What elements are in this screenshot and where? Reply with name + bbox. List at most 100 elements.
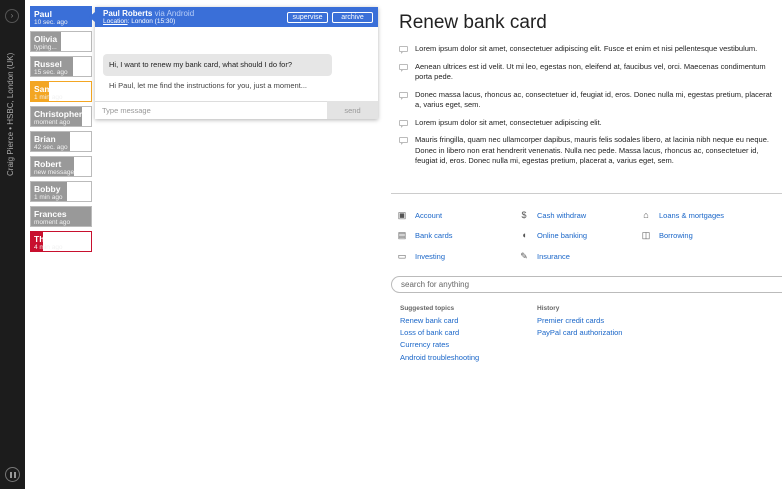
document-icon: ✎ bbox=[520, 250, 528, 261]
chat-list-item[interactable]: Paul 10 sec. ago bbox=[30, 6, 92, 27]
chat-list-item[interactable]: Robert new message bbox=[30, 156, 92, 177]
category-label: Cash withdraw bbox=[537, 210, 587, 220]
comment-icon[interactable] bbox=[399, 137, 408, 145]
left-toolbar: › Craig Pierce • HSBC, London (UK) bbox=[0, 0, 25, 489]
chat-name: Thomas bbox=[34, 234, 67, 244]
customer-location: Location: London (15:30) bbox=[103, 18, 175, 25]
chat-window: Paul Roberts via Android Location: Londo… bbox=[89, 7, 378, 119]
article-paragraph: Lorem ipsum dolor sit amet, consectetuer… bbox=[399, 118, 779, 129]
comment-icon[interactable] bbox=[399, 63, 408, 72]
category-label: Bank cards bbox=[415, 231, 453, 240]
chat-list-item[interactable]: Bobby 1 min ago bbox=[30, 181, 92, 202]
customer-name: Paul Roberts via Android bbox=[103, 9, 194, 18]
safe-icon: ▣ bbox=[397, 209, 407, 220]
chat-status: 1 min ago bbox=[34, 94, 63, 101]
house-icon: ⌂ bbox=[643, 209, 649, 220]
history-heading: History bbox=[537, 305, 560, 312]
chat-name: Samuel bbox=[34, 84, 65, 94]
briefcase-icon: ▭ bbox=[397, 250, 407, 261]
cash-icon: $ bbox=[521, 209, 527, 220]
paragraph-text: Mauris fringilla, quam nec ullamcorper d… bbox=[415, 135, 769, 165]
category-link[interactable]: ▤ Bank cards bbox=[395, 229, 453, 243]
search-input[interactable] bbox=[391, 276, 782, 293]
chat-status: new message bbox=[34, 169, 75, 176]
category-link[interactable]: ▭ Investing bbox=[395, 249, 445, 263]
suggested-link[interactable]: Loss of bank card bbox=[400, 328, 459, 337]
category-link[interactable]: ◖ Online banking bbox=[517, 229, 587, 243]
send-button[interactable]: send bbox=[327, 101, 378, 119]
customer-channel: via Android bbox=[154, 9, 195, 18]
category-label: Insurance bbox=[537, 251, 570, 261]
pause-icon[interactable] bbox=[5, 467, 20, 482]
chat-status: 1 min ago bbox=[34, 194, 63, 201]
article-paragraph: Aenean ultrices est id velit. Ut mi leo,… bbox=[399, 62, 779, 83]
suggested-link[interactable]: Currency rates bbox=[400, 340, 449, 349]
archive-button[interactable]: archive bbox=[332, 12, 373, 23]
chat-status: 15 sec. ago bbox=[34, 69, 68, 76]
article-paragraph: Donec massa lacus, rhoncus ac, consectet… bbox=[399, 90, 779, 111]
cards-icon: ▤ bbox=[397, 230, 407, 240]
chat-list-item[interactable]: Brian 42 sec. ago bbox=[30, 131, 92, 152]
chat-status: 10 sec. ago bbox=[34, 19, 68, 26]
chat-name: Russel bbox=[34, 59, 62, 69]
chat-status: moment ago bbox=[34, 119, 71, 126]
chat-name: Paul bbox=[34, 9, 52, 19]
article-paragraph: Mauris fringilla, quam nec ullamcorper d… bbox=[399, 135, 779, 167]
category-label: Investing bbox=[415, 251, 446, 261]
category-label: Loans & mortgages bbox=[659, 210, 725, 220]
paragraph-text: Lorem ipsum dolor sit amet, consectetuer… bbox=[415, 117, 602, 127]
article-paragraph: Lorem ipsum dolor sit amet, consectetuer… bbox=[399, 44, 779, 55]
category-link[interactable]: ▣ Account bbox=[395, 208, 442, 222]
agent-info-text: Craig Pierce • HSBC, London (UK) bbox=[6, 52, 15, 176]
chat-list-item[interactable]: Thomas 4 min ago bbox=[30, 231, 92, 252]
chat-name: Olivia bbox=[34, 34, 58, 44]
agent-info: Craig Pierce • HSBC, London (UK) bbox=[6, 53, 20, 190]
chat-name: Christopher bbox=[34, 109, 83, 119]
agent-reply: Hi Paul, let me find the instructions fo… bbox=[109, 81, 308, 90]
chat-list-item[interactable]: Frances moment ago bbox=[30, 206, 92, 227]
history-link[interactable]: Premier credit cards bbox=[537, 316, 604, 325]
supervise-button[interactable]: supervise bbox=[287, 12, 328, 23]
customer-message: Hi, I want to renew my bank card, what s… bbox=[103, 54, 332, 76]
main-content: Renew bank card Lorem ipsum dolor sit am… bbox=[391, 0, 782, 489]
chat-list-item[interactable]: Samuel 1 min ago bbox=[30, 81, 92, 102]
comment-icon[interactable] bbox=[399, 91, 408, 100]
chat-list: Paul 10 sec. ago Olivia typing... Russel 15 s… bbox=[30, 6, 92, 256]
mouse-icon: ◖ bbox=[521, 230, 527, 240]
comment-icon[interactable] bbox=[399, 119, 408, 128]
category-label: Borrowing bbox=[659, 231, 693, 240]
chat-list-item[interactable]: Christopher moment ago bbox=[30, 106, 92, 127]
category-link[interactable]: $ Cash withdraw bbox=[517, 208, 586, 222]
category-link[interactable]: ◫ Borrowing bbox=[639, 229, 693, 243]
wallet-icon: ◫ bbox=[641, 230, 651, 240]
category-label: Account bbox=[415, 210, 443, 220]
paragraph-text: Aenean ultrices est id velit. Ut mi leo,… bbox=[415, 61, 766, 82]
divider bbox=[391, 193, 782, 194]
history-link[interactable]: PayPal card authorization bbox=[537, 328, 622, 337]
chat-name: Bobby bbox=[34, 184, 61, 194]
chat-status: typing... bbox=[34, 44, 57, 51]
paragraph-text: Lorem ipsum dolor sit amet, consectetuer… bbox=[415, 44, 758, 53]
chat-name: Brian bbox=[34, 134, 56, 144]
chat-header: Paul Roberts via Android Location: Londo… bbox=[95, 7, 378, 27]
chat-name: Frances bbox=[34, 209, 67, 219]
chat-list-item[interactable]: Olivia typing... bbox=[30, 31, 92, 52]
chat-name: Robert bbox=[34, 159, 62, 169]
chat-status: moment ago bbox=[34, 219, 71, 226]
suggested-heading: Suggested topics bbox=[400, 305, 455, 312]
paragraph-text: Donec massa lacus, rhoncus ac, consectet… bbox=[415, 89, 772, 110]
chat-status: 42 sec. ago bbox=[34, 144, 68, 151]
article-body: Lorem ipsum dolor sit amet, consectetuer… bbox=[399, 44, 779, 174]
customer-name-text: Paul Roberts bbox=[103, 9, 153, 18]
message-input[interactable] bbox=[95, 101, 327, 119]
chat-list-item[interactable]: Russel 15 sec. ago bbox=[30, 56, 92, 77]
category-link[interactable]: ✎ Insurance bbox=[517, 249, 570, 263]
location-value: : London (15:30) bbox=[127, 18, 176, 25]
category-link[interactable]: ⌂ Loans & mortgages bbox=[639, 208, 724, 222]
expand-icon[interactable]: › bbox=[5, 9, 19, 23]
chat-status: 4 min ago bbox=[34, 244, 63, 251]
location-link[interactable]: Location bbox=[103, 18, 128, 25]
suggested-link[interactable]: Android troubleshooting bbox=[400, 353, 479, 362]
comment-icon[interactable] bbox=[399, 46, 408, 54]
suggested-link[interactable]: Renew bank card bbox=[400, 316, 458, 325]
